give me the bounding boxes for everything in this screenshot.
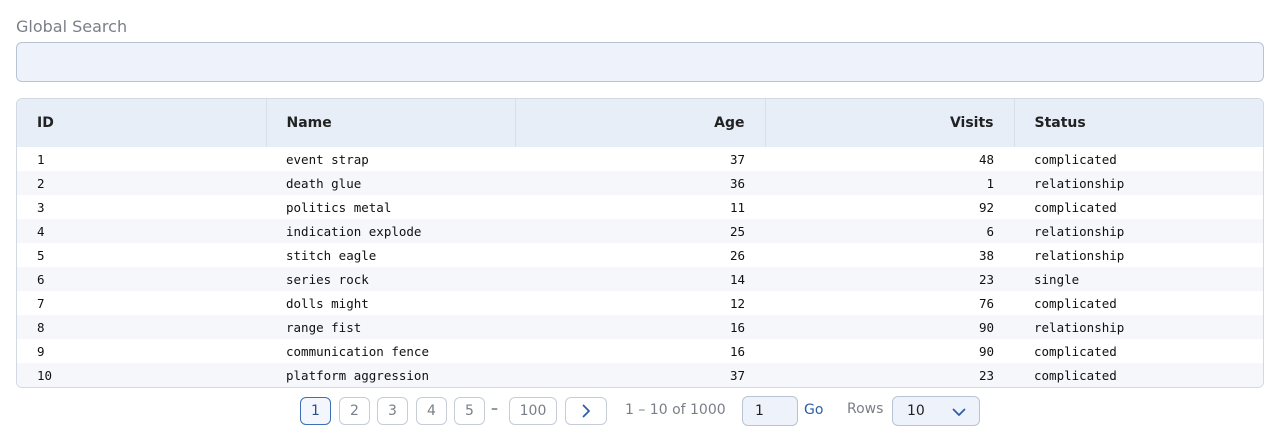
table-row[interactable]: 3 politics metal 11 92 complicated: [17, 195, 1263, 219]
rows-label: Rows: [847, 401, 884, 417]
table-row[interactable]: 7 dolls might 12 76 complicated: [17, 291, 1263, 315]
cell-age: 26: [729, 247, 745, 263]
cell-age: 16: [729, 319, 745, 335]
page-ellipsis: –: [491, 401, 498, 417]
cell-age: 14: [729, 271, 745, 287]
column-header-age[interactable]: Age: [515, 99, 766, 147]
cell-id: 2: [37, 175, 45, 191]
cell-name: dolls might: [286, 295, 369, 311]
cell-id: 1: [37, 151, 45, 167]
cell-visits: 38: [978, 247, 994, 263]
table-row[interactable]: 6 series rock 14 23 single: [17, 267, 1263, 291]
column-header-visits[interactable]: Visits: [765, 99, 1015, 147]
cell-age: 25: [729, 223, 745, 239]
page-button-4[interactable]: 4: [416, 397, 447, 425]
cell-name: stitch eagle: [286, 247, 377, 263]
cell-status: complicated: [1034, 295, 1117, 311]
table-row[interactable]: 2 death glue 36 1 relationship: [17, 171, 1263, 195]
cell-id: 5: [37, 247, 45, 263]
page-button-last[interactable]: 100: [509, 397, 557, 425]
go-button[interactable]: Go: [804, 402, 823, 418]
table-row[interactable]: 9 communication fence 16 90 complicated: [17, 339, 1263, 363]
cell-name: series rock: [286, 271, 369, 287]
cell-id: 6: [37, 271, 45, 287]
cell-id: 3: [37, 199, 45, 215]
table-row[interactable]: 5 stitch eagle 26 38 relationship: [17, 243, 1263, 267]
rows-per-page-value: 10: [907, 403, 925, 419]
cell-id: 8: [37, 319, 45, 335]
cell-age: 37: [729, 151, 745, 167]
cell-status: complicated: [1034, 199, 1117, 215]
next-page-button[interactable]: [565, 397, 607, 425]
page-button-1[interactable]: 1: [300, 397, 331, 425]
cell-visits: 6: [986, 223, 994, 239]
cell-name: platform aggression: [286, 367, 429, 383]
cell-name: indication explode: [286, 223, 422, 239]
cell-age: 12: [729, 295, 745, 311]
data-table: ID Name Age Visits Status 1 event strap 37…: [16, 98, 1264, 388]
cell-visits: 1: [986, 175, 994, 191]
cell-visits: 23: [978, 367, 994, 383]
cell-id: 9: [37, 343, 45, 359]
table-header-row: ID Name Age Visits Status: [17, 99, 1263, 147]
cell-age: 37: [729, 367, 745, 383]
page-button-5[interactable]: 5: [454, 397, 485, 425]
page-range-text: 1 – 10 of 1000: [625, 402, 726, 418]
cell-visits: 90: [978, 343, 994, 359]
column-header-name[interactable]: Name: [266, 99, 516, 147]
cell-name: event strap: [286, 151, 369, 167]
cell-name: death glue: [286, 175, 362, 191]
cell-visits: 92: [978, 199, 994, 215]
go-to-page-input[interactable]: [742, 396, 798, 426]
cell-status: complicated: [1034, 151, 1117, 167]
chevron-right-icon: [582, 404, 590, 418]
global-search-input[interactable]: [16, 42, 1264, 82]
cell-age: 36: [729, 175, 745, 191]
table-row[interactable]: 8 range fist 16 90 relationship: [17, 315, 1263, 339]
column-header-status[interactable]: Status: [1014, 99, 1263, 147]
cell-status: relationship: [1034, 247, 1125, 263]
cell-status: relationship: [1034, 175, 1125, 191]
cell-id: 10: [37, 367, 53, 383]
cell-name: range fist: [286, 319, 362, 335]
table-row[interactable]: 1 event strap 37 48 complicated: [17, 147, 1263, 171]
page-button-2[interactable]: 2: [339, 397, 370, 425]
cell-age: 11: [729, 199, 745, 215]
cell-age: 16: [729, 343, 745, 359]
cell-status: complicated: [1034, 343, 1117, 359]
rows-per-page-select[interactable]: 10: [892, 396, 980, 426]
table-row[interactable]: 10 platform aggression 37 23 complicated: [17, 363, 1263, 387]
cell-status: single: [1034, 271, 1080, 287]
cell-name: communication fence: [286, 343, 429, 359]
search-label: Global Search: [16, 17, 128, 36]
cell-status: relationship: [1034, 319, 1125, 335]
chevron-down-icon: [952, 408, 966, 416]
cell-id: 7: [37, 295, 45, 311]
cell-visits: 48: [978, 151, 994, 167]
table-row[interactable]: 4 indication explode 25 6 relationship: [17, 219, 1263, 243]
column-header-id[interactable]: ID: [17, 99, 267, 147]
page-button-3[interactable]: 3: [377, 397, 408, 425]
cell-status: relationship: [1034, 223, 1125, 239]
cell-visits: 90: [978, 319, 994, 335]
cell-visits: 23: [978, 271, 994, 287]
cell-name: politics metal: [286, 199, 392, 215]
cell-id: 4: [37, 223, 45, 239]
pagination: 1 2 3 4 5 – 100 1 – 10 of 1000 Go Rows 1…: [0, 396, 1264, 426]
cell-visits: 76: [978, 295, 994, 311]
cell-status: complicated: [1034, 367, 1117, 383]
